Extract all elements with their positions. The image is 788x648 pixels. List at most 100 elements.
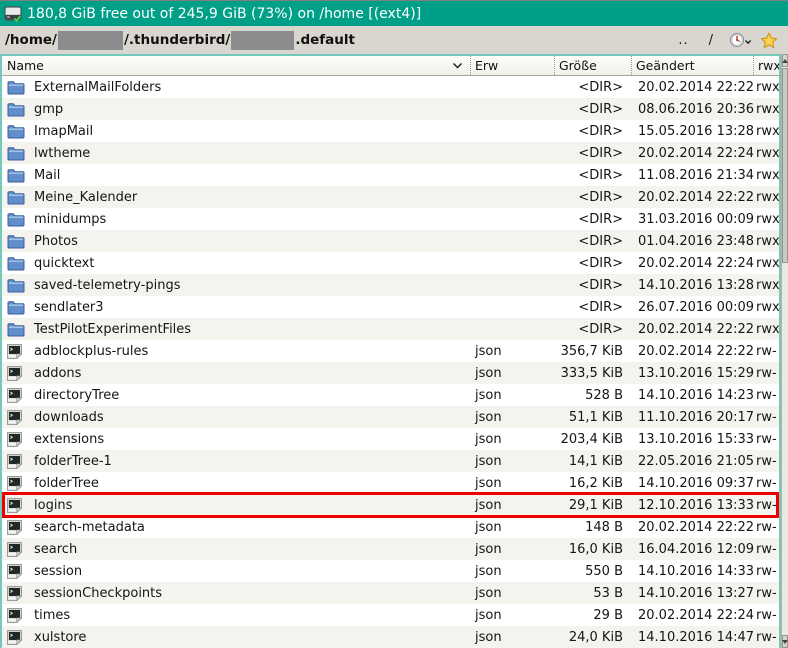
file-extension-cell: json <box>470 454 554 469</box>
disk-usage-bar[interactable]: 180,8 GiB free out of 245,9 GiB (73%) on… <box>0 0 788 26</box>
file-row[interactable]: times json 29 B 20.02.2014 22:24 rw- <box>2 604 779 626</box>
file-row[interactable]: directoryTree json 528 B 14.10.2016 14:2… <box>2 384 779 406</box>
file-row[interactable]: xulstore json 24,0 KiB 14.10.2016 14:47 … <box>2 626 779 648</box>
file-extension-cell: json <box>470 344 554 359</box>
file-row[interactable]: gmp <DIR> 08.06.2016 20:36 rwx <box>2 98 779 120</box>
file-size-cell: <DIR> <box>554 80 631 95</box>
parent-dir-button[interactable]: .. <box>672 31 694 50</box>
scroll-up-button[interactable] <box>782 54 788 67</box>
file-panel: Name Erw Größe Geändert rwx <box>0 54 781 648</box>
file-modified-cell: 01.04.2016 23:48 <box>631 234 753 249</box>
file-modified-cell: 11.10.2016 20:17 <box>631 410 753 425</box>
file-permissions-cell: rw- <box>753 520 779 535</box>
file-row[interactable]: ExternalMailFolders <DIR> 20.02.2014 22:… <box>2 76 779 98</box>
file-size-cell: 356,7 KiB <box>554 344 631 359</box>
file-extension-cell: json <box>470 410 554 425</box>
file-name-label: minidumps <box>34 212 106 227</box>
file-row[interactable]: downloads json 51,1 KiB 11.10.2016 20:17… <box>2 406 779 428</box>
file-name-cell: adblockplus-rules <box>2 343 470 359</box>
file-row[interactable]: logins json 29,1 KiB 12.10.2016 13:33 rw… <box>2 494 779 516</box>
column-header-permissions[interactable]: rwx <box>753 56 779 75</box>
folder-icon <box>7 102 25 117</box>
file-type-icon <box>7 343 25 359</box>
file-name-label: ImapMail <box>34 124 93 139</box>
column-header-modified[interactable]: Geändert <box>631 56 753 75</box>
file-size-cell: <DIR> <box>554 102 631 117</box>
file-name-cell: logins <box>2 497 470 513</box>
file-row[interactable]: adblockplus-rules json 356,7 KiB 20.02.2… <box>2 340 779 362</box>
file-type-icon <box>7 453 25 469</box>
file-name-label: Mail <box>34 168 60 183</box>
file-size-cell: <DIR> <box>554 146 631 161</box>
file-name-label: folderTree <box>34 476 99 491</box>
file-name-cell: sessionCheckpoints <box>2 585 470 601</box>
file-name-cell: quicktext <box>2 255 470 271</box>
file-row[interactable]: sessionCheckpoints json 53 B 14.10.2016 … <box>2 582 779 604</box>
vertical-scrollbar[interactable] <box>781 54 788 648</box>
file-row[interactable]: folderTree-1 json 14,1 KiB 22.05.2016 21… <box>2 450 779 472</box>
free-space-text: 180,8 GiB free out of 245,9 GiB (73%) on… <box>27 6 421 22</box>
file-modified-cell: 14.10.2016 13:28 <box>631 278 753 293</box>
column-header-size[interactable]: Größe <box>554 56 631 75</box>
folder-icon <box>7 322 25 337</box>
file-row[interactable]: quicktext <DIR> 20.02.2014 22:24 rwx <box>2 252 779 274</box>
redacted-path-segment <box>231 31 294 50</box>
file-type-icon <box>7 475 25 491</box>
file-name-label: directoryTree <box>34 388 119 403</box>
json-file-icon <box>7 453 22 469</box>
file-permissions-cell: rw- <box>753 564 779 579</box>
file-row[interactable]: saved-telemetry-pings <DIR> 14.10.2016 1… <box>2 274 779 296</box>
file-type-icon <box>7 299 25 315</box>
path-bar[interactable]: /home//.thunderbird/.default .. / <box>0 26 788 54</box>
column-header-name[interactable]: Name <box>2 56 470 75</box>
file-name-cell: extensions <box>2 431 470 447</box>
file-row[interactable]: session json 550 B 14.10.2016 14:33 rw- <box>2 560 779 582</box>
file-name-cell: xulstore <box>2 629 470 645</box>
file-row[interactable]: Meine_Kalender <DIR> 20.02.2014 22:22 rw… <box>2 186 779 208</box>
file-modified-cell: 20.02.2014 22:22 <box>631 344 753 359</box>
file-row[interactable]: TestPilotExperimentFiles <DIR> 20.02.201… <box>2 318 779 340</box>
file-permissions-cell: rw- <box>753 608 779 623</box>
file-type-icon <box>7 365 25 381</box>
file-row[interactable]: addons json 333,5 KiB 13.10.2016 15:29 r… <box>2 362 779 384</box>
file-size-cell: 53 B <box>554 586 631 601</box>
scrollbar-thumb[interactable] <box>782 68 788 263</box>
file-row[interactable]: minidumps <DIR> 31.03.2016 00:09 rwx <box>2 208 779 230</box>
file-row[interactable]: folderTree json 16,2 KiB 14.10.2016 09:3… <box>2 472 779 494</box>
file-row[interactable]: extensions json 203,4 KiB 13.10.2016 15:… <box>2 428 779 450</box>
file-row[interactable]: sendlater3 <DIR> 26.07.2016 00:09 rwx <box>2 296 779 318</box>
file-row[interactable]: search-metadata json 148 B 20.02.2014 22… <box>2 516 779 538</box>
hard-drive-check-icon <box>4 5 23 23</box>
scroll-down-button[interactable] <box>782 635 788 648</box>
folder-icon <box>7 190 25 205</box>
file-permissions-cell: rw- <box>753 630 779 645</box>
file-row[interactable]: lwtheme <DIR> 20.02.2014 22:24 rwx <box>2 142 779 164</box>
file-row[interactable]: Mail <DIR> 11.08.2016 21:34 rwx <box>2 164 779 186</box>
file-permissions-cell: rwx <box>753 322 779 337</box>
file-size-cell: 333,5 KiB <box>554 366 631 381</box>
file-size-cell: 14,1 KiB <box>554 454 631 469</box>
file-size-cell: 550 B <box>554 564 631 579</box>
file-row[interactable]: Photos <DIR> 01.04.2016 23:48 rwx <box>2 230 779 252</box>
file-permissions-cell: rwx <box>753 102 779 117</box>
folder-icon <box>7 300 25 315</box>
json-file-icon <box>7 475 22 491</box>
root-dir-button[interactable]: / <box>703 31 719 50</box>
file-name-cell: TestPilotExperimentFiles <box>2 321 470 337</box>
file-modified-cell: 14.10.2016 14:33 <box>631 564 753 579</box>
column-header-extension[interactable]: Erw <box>470 56 554 75</box>
file-size-cell: <DIR> <box>554 234 631 249</box>
file-type-icon <box>7 409 25 425</box>
file-row[interactable]: ImapMail <DIR> 15.05.2016 13:28 rwx <box>2 120 779 142</box>
file-modified-cell: 13.10.2016 15:33 <box>631 432 753 447</box>
file-name-cell: ExternalMailFolders <box>2 79 470 95</box>
folder-icon <box>7 168 25 183</box>
file-name-label: session <box>34 564 82 579</box>
file-name-cell: search-metadata <box>2 519 470 535</box>
file-name-label: ExternalMailFolders <box>34 80 161 95</box>
file-type-icon <box>7 321 25 337</box>
bookmark-star-icon[interactable] <box>760 32 778 49</box>
history-clock-icon[interactable] <box>729 32 752 48</box>
file-row[interactable]: search json 16,0 KiB 16.04.2016 12:09 rw… <box>2 538 779 560</box>
file-extension-cell: json <box>470 630 554 645</box>
